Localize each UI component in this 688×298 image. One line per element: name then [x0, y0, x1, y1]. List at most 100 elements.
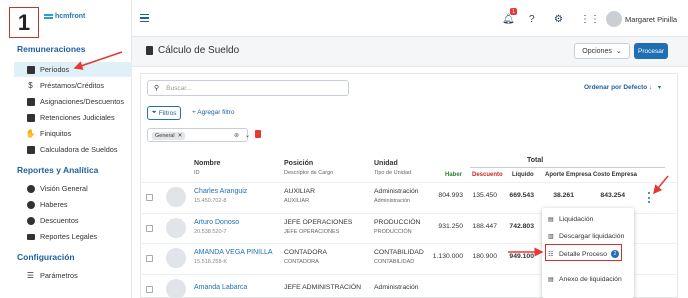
hamburger-menu-icon[interactable] [140, 14, 149, 24]
sidebar-item-label: Haberes [40, 200, 68, 209]
header-total: Total [527, 157, 544, 164]
employee-name-link[interactable]: Amanda Labarca [194, 284, 247, 291]
position-descriptor: JEFE OPERACIONES [284, 229, 340, 235]
employee-id: 15.518.258-K [194, 259, 228, 265]
employee-name-link[interactable]: Arturo Donoso [194, 219, 239, 226]
search-icon: ⚲ [154, 85, 160, 92]
bell-icon[interactable]: 🔔︎ [502, 14, 515, 25]
highlight-box [545, 244, 622, 261]
row-checkbox[interactable] [146, 225, 153, 232]
menu-item-descargar[interactable]: ▥ Descargar liquidación [548, 233, 624, 240]
caret-down-icon[interactable]: ▾ [658, 84, 661, 91]
header-liquido: Líquido [512, 172, 534, 178]
costo-value: 843.254 [600, 192, 625, 199]
row-actions-kebab-icon[interactable] [647, 192, 651, 203]
sidebar-item-descuentos[interactable]: Descuentos [14, 213, 132, 228]
chevron-down-icon[interactable]: ⌄ [245, 132, 250, 139]
row-checkbox[interactable] [146, 194, 153, 201]
menu-item-label: Anexo de liquidación [559, 276, 622, 283]
gavel-icon [26, 113, 35, 122]
section-title-configuracion: Configuración [17, 252, 75, 262]
sidebar: 1 hcmfront Remuneraciones Períodos $ Pré… [0, 0, 132, 298]
process-button[interactable]: Procesar [634, 43, 668, 59]
liquido-value: 949.100 [509, 253, 534, 260]
filter-select[interactable]: General ✕ ⊗ ⌄ [147, 128, 250, 142]
plus-circle-icon [26, 200, 35, 209]
sort-icon: ↓ [649, 84, 653, 91]
apps-grid-icon[interactable]: ⋮⋮ [580, 14, 600, 25]
filters-button[interactable]: ⏷ Filtros [147, 106, 181, 120]
sidebar-item-label: Retenciones Judiciales [40, 113, 115, 122]
position-descriptor: AUXILIAR [284, 198, 310, 204]
header-tipo-unidad: Tipo de Unidad [374, 170, 412, 176]
row-checkbox[interactable] [146, 255, 153, 262]
doc-icon: ▤ [548, 277, 554, 283]
position: AUXILIAR [284, 188, 315, 195]
sidebar-item-vision-general[interactable]: Visión General [14, 181, 132, 196]
position-descriptor: CONTADORA [284, 259, 319, 265]
download-doc-icon: ▥ [548, 234, 554, 240]
top-bar: 🔔︎ 1 ? ⚙ ⋮⋮ Margaret Pinilla [132, 0, 688, 37]
logo-icon [44, 14, 53, 19]
chevron-down-icon: ⌄ [615, 48, 622, 55]
help-icon[interactable]: ? [529, 14, 535, 25]
descuento-value: 188.447 [472, 223, 497, 230]
step-number-label: 1 [9, 7, 39, 38]
sidebar-item-label: Calculadora de Sueldos [40, 145, 118, 154]
sidebar-item-retenciones[interactable]: Retenciones Judiciales [14, 110, 132, 125]
sidebar-item-label: Finiquitos [40, 129, 72, 138]
position: JEFE ADMINISTRACIÓN [284, 284, 362, 291]
sidebar-item-finiquitos[interactable]: ✋ Finiquitos [14, 126, 132, 141]
sidebar-item-calculadora[interactable]: Calculadora de Sueldos [14, 142, 132, 157]
menu-item-liquidacion[interactable]: ▤ Liquidación [548, 216, 593, 223]
options-label: Opciones [582, 47, 612, 55]
row-checkbox[interactable] [146, 286, 153, 293]
sidebar-item-periodos[interactable]: Períodos [14, 62, 132, 77]
menu-item-anexo[interactable]: ▤ Anexo de liquidación [548, 276, 622, 283]
sidebar-item-haberes[interactable]: Haberes [14, 197, 132, 212]
menu-item-label: Liquidación [559, 216, 594, 223]
dollar-icon: $ [28, 81, 33, 90]
sidebar-item-label: Asignaciones/Descuentos [40, 97, 124, 106]
avatar [166, 187, 186, 207]
clear-icon[interactable]: ⊗ [234, 132, 239, 139]
sidebar-item-reportes-legales[interactable]: Reportes Legales [14, 229, 132, 244]
add-filter-link[interactable]: + Agregar filtro [192, 109, 234, 116]
logo[interactable]: hcmfront [44, 13, 85, 20]
trash-icon[interactable] [255, 130, 261, 138]
chip-label: General [155, 133, 175, 139]
calculator-icon [146, 46, 153, 55]
calendar-icon [26, 65, 35, 74]
sidebar-item-prestamos[interactable]: $ Préstamos/Créditos [14, 78, 132, 93]
employee-name-link[interactable]: Charles Aranguiz [194, 188, 247, 195]
unit-type: PRODUCCIÓN [374, 229, 412, 235]
descuento-value: 180.900 [472, 253, 497, 260]
options-dropdown-button[interactable]: Opciones ⌄ [574, 43, 630, 59]
avatar[interactable] [606, 11, 622, 27]
liquido-value: 669.543 [509, 192, 534, 199]
sort-label: Ordenar por Defecto [584, 84, 648, 91]
avatar [166, 248, 186, 268]
sliders-icon: ☰ [26, 271, 35, 280]
notification-badge: 1 [510, 8, 517, 15]
position: JEFE OPERACIONES [284, 219, 353, 226]
sidebar-item-label: Reportes Legales [40, 232, 98, 241]
header-descriptor: Descriptor de Cargo [284, 170, 334, 176]
gear-icon[interactable]: ⚙ [554, 14, 563, 25]
employee-name-link[interactable]: AMANDA VEGA PINILLA [194, 249, 273, 256]
username[interactable]: Margaret Pinilla [625, 15, 677, 24]
avatar [166, 279, 186, 298]
employee-id: 20.538.520-7 [194, 229, 227, 235]
dollar-circle-icon [26, 184, 35, 193]
sidebar-item-parametros[interactable]: ☰ Parámetros [14, 268, 132, 283]
header-descuento: Descuento [472, 172, 503, 178]
chip-close-icon[interactable]: ✕ [178, 133, 183, 139]
grid-icon [26, 97, 35, 106]
sort-dropdown[interactable]: Ordenar por Defecto ↓ [584, 84, 652, 91]
doc-icon: ▤ [548, 217, 554, 223]
search-input[interactable]: ⚲ Buscar... [147, 80, 349, 96]
logo-text: hcmfront [55, 13, 86, 20]
sidebar-item-label: Préstamos/Créditos [40, 81, 105, 90]
page-title: Cálculo de Sueldo [146, 45, 239, 56]
sidebar-item-asignaciones[interactable]: Asignaciones/Descuentos [14, 94, 132, 109]
